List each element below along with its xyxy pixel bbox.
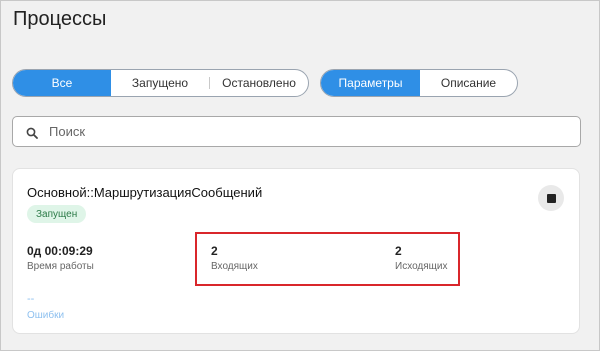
tab-description[interactable]: Описание: [420, 70, 517, 96]
status-filter: Все Запущено Остановлено: [12, 69, 309, 97]
errors-value: --: [27, 293, 35, 305]
tab-parameters[interactable]: Параметры: [321, 70, 420, 96]
outgoing-label: Исходящих: [395, 261, 448, 272]
search-input[interactable]: [49, 124, 529, 139]
incoming-label: Входящих: [211, 261, 258, 272]
process-name: Основной::МаршрутизацияСообщений: [27, 185, 263, 200]
incoming-value: 2: [211, 244, 218, 258]
search-icon: [26, 126, 38, 139]
uptime-label: Время работы: [27, 261, 94, 272]
page-title: Процессы: [13, 8, 107, 30]
tab-stopped[interactable]: Остановлено: [210, 70, 308, 96]
stop-icon: [546, 193, 556, 203]
tab-all[interactable]: Все: [13, 70, 111, 96]
errors-label: Ошибки: [27, 310, 65, 321]
status-badge: Запущен: [27, 205, 87, 223]
search-box: [12, 116, 581, 147]
outgoing-value: 2: [395, 244, 402, 258]
view-switch: Параметры Описание: [320, 69, 518, 97]
uptime-value: 0д 00:09:29: [27, 244, 93, 258]
stop-button[interactable]: [538, 185, 564, 211]
process-card: Основной::МаршрутизацияСообщений Запущен…: [12, 168, 580, 334]
tab-running[interactable]: Запущено: [111, 70, 209, 96]
